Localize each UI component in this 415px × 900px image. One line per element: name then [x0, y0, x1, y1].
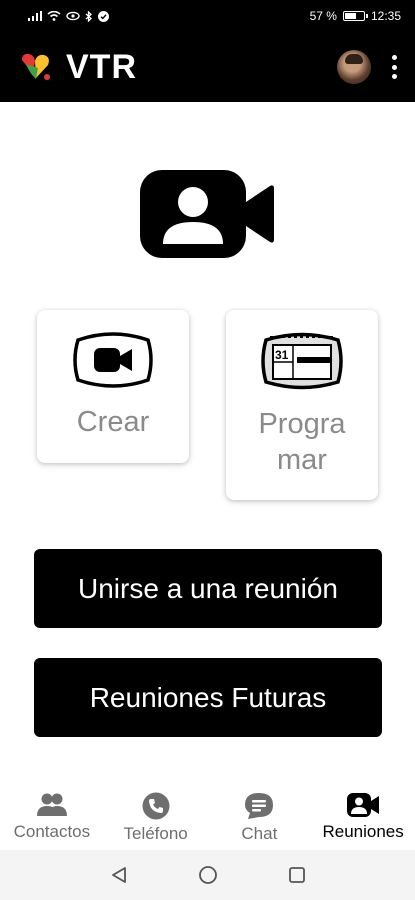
bottom-nav: Contactos Teléfono Chat Reuniones [0, 778, 415, 850]
video-contact-icon [140, 170, 274, 258]
calendar-day: 31 [275, 348, 289, 362]
join-meeting-button[interactable]: Unirse a una reunión [34, 549, 382, 628]
create-meeting-card[interactable]: Crear [37, 310, 189, 463]
wifi-icon [47, 11, 61, 21]
app-title: VTR [66, 47, 137, 86]
clock: 12:35 [370, 9, 401, 23]
nav-item-phone[interactable]: Teléfono [104, 778, 208, 850]
vtr-logo-icon [22, 53, 50, 80]
phone-icon [142, 792, 170, 820]
status-right: 57 % 12:35 [310, 9, 401, 23]
meeting-icon [347, 793, 380, 817]
nav-label-chat: Chat [241, 824, 278, 843]
home-icon[interactable] [198, 865, 218, 885]
check-circle-icon [98, 10, 109, 22]
nav-item-contacts[interactable]: Contactos [0, 778, 104, 850]
create-label: Crear [76, 406, 150, 438]
future-meetings-button[interactable]: Reuniones Futuras [34, 658, 382, 737]
calendar-icon: 31 [261, 332, 343, 390]
eye-icon [66, 11, 80, 21]
battery-percent: 57 % [309, 9, 337, 23]
system-nav-bar [0, 850, 415, 900]
status-icons [28, 10, 109, 22]
recents-icon[interactable] [288, 866, 306, 884]
nav-item-meetings[interactable]: Reuniones [311, 778, 415, 850]
bluetooth-icon [85, 10, 92, 22]
more-options-icon[interactable] [389, 55, 399, 79]
schedule-label: Progra mar [258, 408, 346, 476]
signal-icon [28, 11, 42, 21]
nav-label-phone: Teléfono [123, 824, 188, 843]
nav-label-meetings: Reuniones [322, 822, 404, 841]
schedule-meeting-card[interactable]: 31 Progra mar [226, 310, 378, 500]
status-bar: 57 % 12:35 [0, 0, 415, 32]
chat-icon [245, 793, 274, 819]
back-icon[interactable] [110, 866, 128, 884]
avatar[interactable] [337, 50, 371, 84]
battery-icon [342, 11, 368, 21]
contacts-icon [36, 793, 67, 816]
nav-label-contacts: Contactos [13, 822, 91, 841]
app-bar: VTR [0, 32, 415, 102]
video-camera-icon [73, 332, 153, 388]
nav-item-chat[interactable]: Chat [208, 778, 312, 850]
